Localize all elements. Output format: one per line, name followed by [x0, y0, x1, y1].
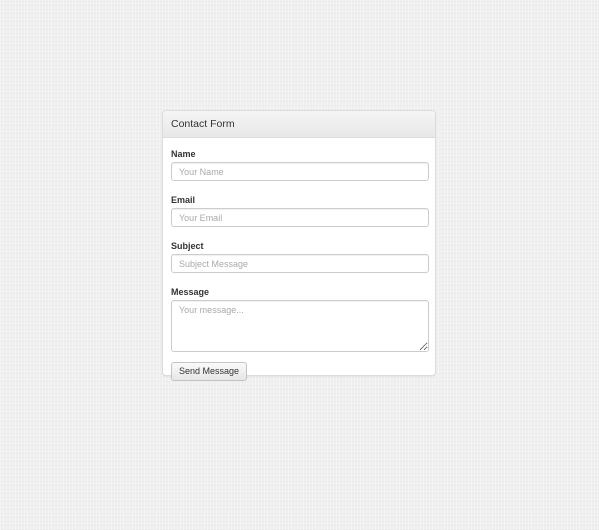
message-label: Message — [171, 287, 210, 297]
email-label: Email — [171, 195, 196, 205]
subject-group: Subject — [171, 240, 429, 273]
name-label: Name — [171, 149, 196, 159]
send-message-button[interactable]: Send Message — [171, 362, 248, 381]
subject-label: Subject — [171, 241, 204, 251]
panel-title: Contact Form — [163, 111, 435, 138]
email-group: Email — [171, 194, 429, 227]
email-input[interactable] — [171, 208, 429, 227]
subject-input[interactable] — [171, 254, 429, 273]
name-input[interactable] — [171, 162, 429, 181]
contact-form-panel: Contact Form Name Email Subject Message … — [162, 110, 436, 381]
message-group: Message — [171, 286, 429, 352]
contact-form: Name Email Subject Message Send Message — [163, 138, 435, 381]
message-textarea[interactable] — [171, 300, 429, 352]
name-group: Name — [171, 148, 429, 181]
